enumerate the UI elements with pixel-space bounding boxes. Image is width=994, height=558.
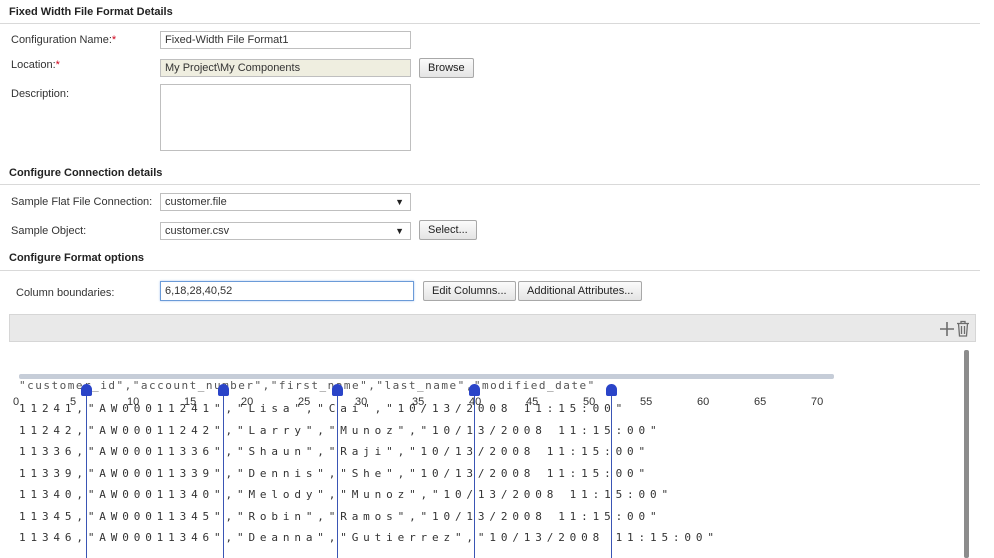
location-label: Location:* [11, 59, 60, 71]
preview-row: 11241,"AW00011241","Lisa","Cai","10/13/2… [19, 402, 628, 415]
ruler-tick-label: 60 [697, 396, 710, 408]
browse-button[interactable]: Browse [419, 58, 474, 78]
ruler-tick-label: 65 [754, 396, 767, 408]
config-name-label: Configuration Name:* [11, 34, 117, 46]
plus-icon[interactable] [939, 321, 955, 340]
column-boundaries-input[interactable] [160, 281, 414, 301]
select-object-button[interactable]: Select... [419, 220, 477, 240]
boundary-line [610, 384, 612, 558]
preview-row: 11346,"AW00011346","Deanna","Gutierrez",… [19, 531, 719, 544]
preview-row: 11340,"AW00011340","Melody","Munoz","10/… [19, 488, 673, 501]
format-divider [0, 270, 980, 271]
boundary-marker[interactable] [81, 384, 93, 396]
boundary-line [474, 384, 475, 558]
file-connection-label: Sample Flat File Connection: [11, 196, 153, 208]
boundary-marker[interactable] [218, 384, 230, 396]
chevron-down-icon: ▼ [395, 226, 404, 236]
connection-divider [0, 184, 980, 185]
ruler-tick-label: 55 [640, 396, 653, 408]
edit-columns-button[interactable]: Edit Columns... [423, 281, 516, 301]
preview-row: 11336,"AW00011336","Shaun","Raji","10/13… [19, 445, 650, 458]
sample-object-label: Sample Object: [11, 225, 87, 237]
preview-header-text: "customer_id","account_number","first_na… [19, 379, 596, 392]
boundary-marker[interactable] [605, 384, 617, 396]
boundary-marker[interactable] [332, 384, 344, 396]
description-label: Description: [11, 88, 70, 100]
required-mark: * [111, 34, 117, 46]
config-name-input[interactable] [160, 31, 411, 49]
location-input[interactable] [160, 59, 411, 77]
ruler-tick-label: 70 [811, 396, 824, 408]
boundary-line [337, 384, 339, 558]
boundary-line [223, 384, 225, 558]
file-connection-select[interactable]: customer.file ▼ [160, 193, 411, 211]
vertical-scrollbar[interactable] [964, 350, 969, 558]
sample-object-select[interactable]: customer.csv ▼ [160, 222, 411, 240]
details-divider [0, 23, 980, 24]
preview-row: 11339,"AW00011339","Dennis","She","10/13… [19, 466, 650, 480]
chevron-down-icon: ▼ [395, 197, 404, 207]
connection-section-title: Configure Connection details [9, 167, 163, 179]
additional-attributes-button[interactable]: Additional Attributes... [518, 281, 643, 301]
details-section-title: Fixed Width File Format Details [9, 6, 173, 18]
preview-row: 11242,"AW00011242","Larry","Munoz","10/1… [19, 423, 662, 437]
required-mark: * [55, 59, 60, 71]
column-boundaries-label: Column boundaries: [16, 287, 115, 299]
preview-toolbar [9, 314, 976, 342]
fixed-width-preview[interactable]: "customer_id","account_number","first_na… [0, 344, 994, 558]
description-textarea[interactable] [160, 84, 411, 151]
boundary-marker[interactable] [469, 384, 480, 396]
boundary-line [86, 384, 88, 558]
format-section-title: Configure Format options [9, 252, 145, 264]
preview-row: 11345,"AW00011345","Robin","Ramos","10/1… [19, 509, 662, 523]
trash-icon[interactable] [956, 320, 970, 340]
